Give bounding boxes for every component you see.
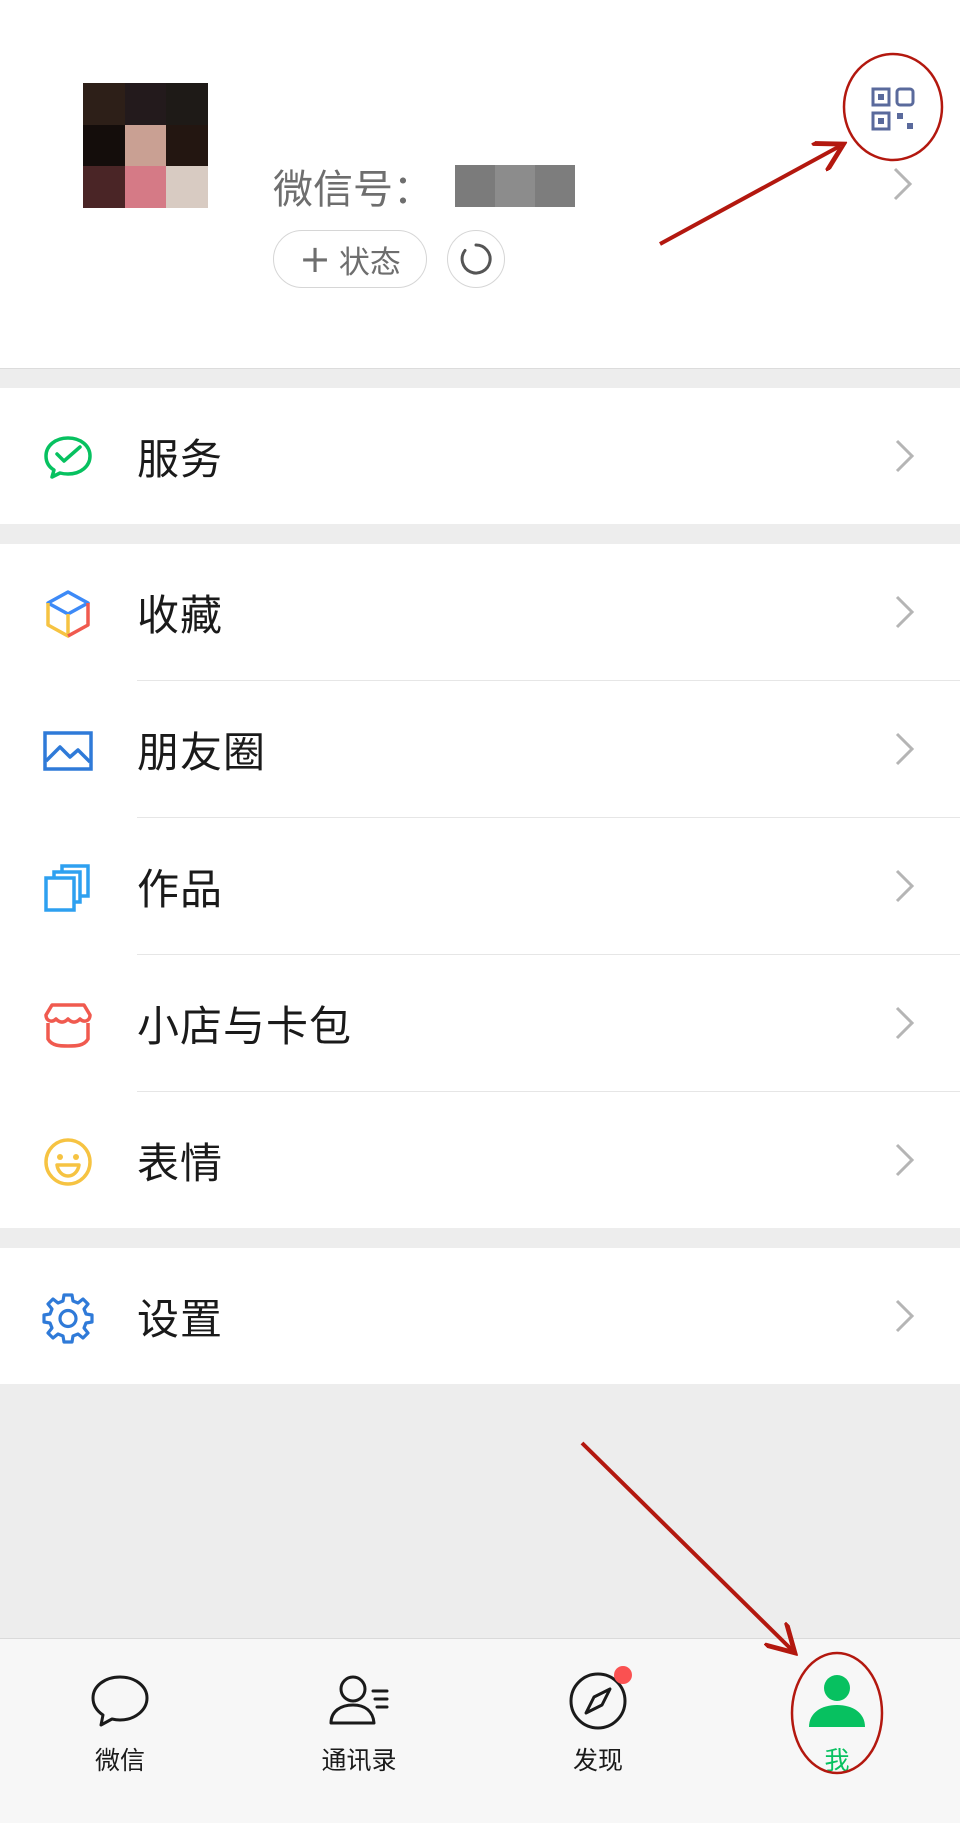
menu-item-works[interactable]: 作品 xyxy=(0,818,960,954)
refresh-icon xyxy=(460,243,492,275)
menu-item-services[interactable]: 服务 xyxy=(0,388,960,524)
menu-label: 收藏 xyxy=(137,590,224,640)
chevron-right-icon xyxy=(895,869,915,903)
menu-group-main: 收藏 朋友圈 作品 小店与卡包 表情 xyxy=(0,544,960,1228)
tab-contacts[interactable]: 通讯录 xyxy=(284,1669,434,1779)
shop-icon xyxy=(44,1003,92,1048)
chevron-right-icon xyxy=(895,595,915,629)
qr-code-icon[interactable] xyxy=(870,86,916,132)
person-icon xyxy=(809,1675,865,1727)
status-label: 状态 xyxy=(338,244,401,281)
contacts-icon xyxy=(329,1675,389,1725)
chevron-right-icon xyxy=(895,1143,915,1177)
menu-group-services: 服务 xyxy=(0,388,960,524)
tab-label: 发现 xyxy=(572,1746,623,1775)
bottom-tab-bar: 微信 通讯录 发现 我 xyxy=(0,1638,960,1823)
gear-icon xyxy=(42,1293,94,1344)
tab-label: 我 xyxy=(824,1746,850,1775)
menu-item-stickers[interactable]: 表情 xyxy=(0,1092,960,1228)
menu-label: 服务 xyxy=(137,434,224,484)
tab-me[interactable]: 我 xyxy=(762,1669,912,1779)
menu-label: 朋友圈 xyxy=(137,727,267,777)
menu-item-settings[interactable]: 设置 xyxy=(0,1248,960,1384)
annotation-arrow-me-tab xyxy=(580,1441,792,1650)
menu-label: 设置 xyxy=(137,1294,224,1344)
menu-label: 小店与卡包 xyxy=(137,1001,353,1051)
menu-label: 作品 xyxy=(137,864,224,914)
plus-icon: + xyxy=(299,237,331,281)
menu-item-favorites[interactable]: 收藏 xyxy=(0,544,960,680)
stacked-cards-icon xyxy=(44,864,90,912)
tab-label: 微信 xyxy=(94,1746,145,1775)
notification-dot xyxy=(614,1666,632,1684)
landscape-icon xyxy=(43,731,93,771)
menu-label: 表情 xyxy=(137,1138,224,1188)
tab-chats[interactable]: 微信 xyxy=(45,1669,195,1779)
wechat-id-row: 微信号： xyxy=(273,158,575,214)
avatar[interactable] xyxy=(83,83,208,208)
chevron-right-icon xyxy=(895,439,915,473)
profile-header[interactable]: 微信号： + 状态 xyxy=(0,0,960,369)
chevron-right-icon xyxy=(895,732,915,766)
tab-discover[interactable]: 发现 xyxy=(523,1666,673,1779)
wechat-id-redacted xyxy=(455,165,575,207)
chevron-right-icon xyxy=(895,1299,915,1333)
chat-bubble-icon xyxy=(91,1675,149,1727)
wechat-pay-icon xyxy=(44,436,92,479)
refresh-status-button[interactable] xyxy=(447,230,505,288)
tab-label: 通讯录 xyxy=(321,1746,397,1775)
menu-item-moments[interactable]: 朋友圈 xyxy=(0,681,960,817)
menu-item-shop-and-cards[interactable]: 小店与卡包 xyxy=(0,955,960,1091)
chevron-right-icon xyxy=(895,1006,915,1040)
wechat-id-label: 微信号： xyxy=(273,167,433,213)
chevron-right-icon xyxy=(893,167,913,201)
menu-group-settings: 设置 xyxy=(0,1248,960,1384)
smiley-icon xyxy=(44,1138,92,1186)
cube-icon xyxy=(46,590,90,638)
add-status-button[interactable]: + 状态 xyxy=(273,230,427,288)
